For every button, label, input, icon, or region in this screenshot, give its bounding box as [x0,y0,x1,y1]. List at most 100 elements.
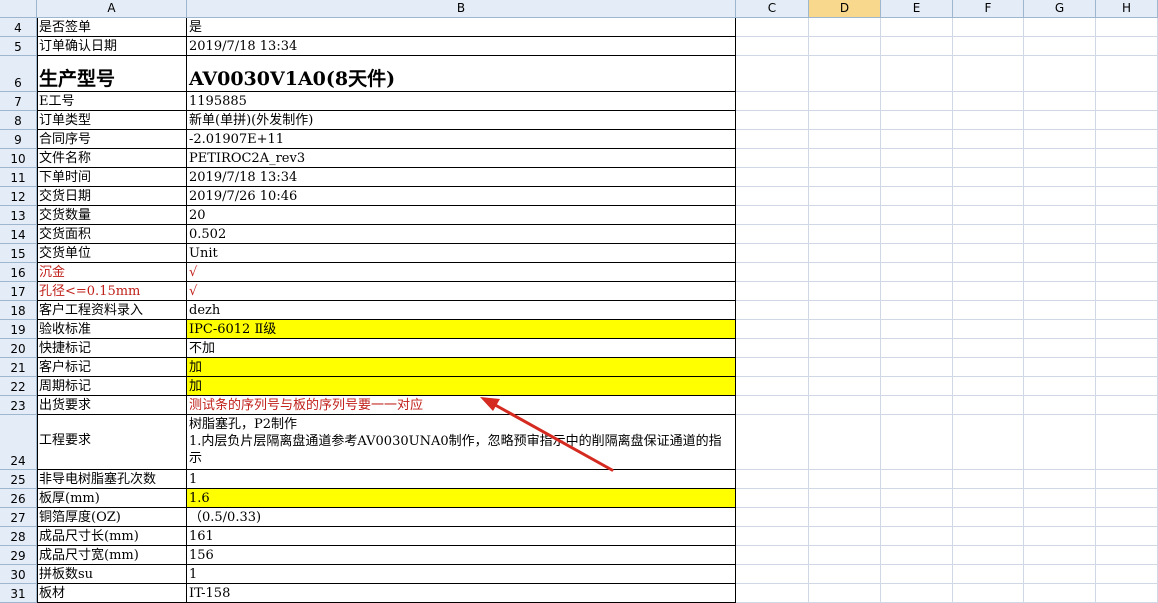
empty-cell-e[interactable] [881,168,953,187]
empty-cell-g[interactable] [1024,470,1096,489]
row-header-24[interactable]: 24 [0,415,37,470]
cell-label[interactable]: 非导电树脂塞孔次数 [37,470,187,489]
row-header-26[interactable]: 26 [0,489,37,508]
empty-cell-f[interactable] [953,244,1024,263]
empty-cell-d[interactable] [809,489,881,508]
cell-label[interactable]: 交货面积 [37,225,187,244]
cell-label[interactable]: 孔径<=0.15mm [37,282,187,301]
empty-cell-h[interactable] [1096,111,1158,130]
empty-cell-e[interactable] [881,584,953,603]
empty-cell-h[interactable] [1096,244,1158,263]
empty-cell-g[interactable] [1024,415,1096,470]
empty-cell-d[interactable] [809,527,881,546]
empty-cell-g[interactable] [1024,377,1096,396]
empty-cell-g[interactable] [1024,92,1096,111]
empty-cell-c[interactable] [736,489,809,508]
empty-cell-c[interactable] [736,244,809,263]
empty-cell-c[interactable] [736,225,809,244]
cell-label[interactable]: 订单类型 [37,111,187,130]
empty-cell-g[interactable] [1024,489,1096,508]
empty-cell-c[interactable] [736,565,809,584]
empty-cell-d[interactable] [809,508,881,527]
empty-cell-g[interactable] [1024,168,1096,187]
empty-cell-g[interactable] [1024,527,1096,546]
cell-label[interactable]: 铜箔厚度(OZ) [37,508,187,527]
empty-cell-c[interactable] [736,263,809,282]
cell-value[interactable]: IT-158 [187,584,736,603]
empty-cell-f[interactable] [953,18,1024,37]
cell-value[interactable]: √ [187,263,736,282]
row-header-18[interactable]: 18 [0,301,37,320]
empty-cell-h[interactable] [1096,206,1158,225]
empty-cell-e[interactable] [881,282,953,301]
cell-label[interactable]: 出货要求 [37,396,187,415]
cell-label[interactable]: 成品尺寸长(mm) [37,527,187,546]
empty-cell-h[interactable] [1096,584,1158,603]
empty-cell-h[interactable] [1096,565,1158,584]
cell-value[interactable]: 加 [187,377,736,396]
empty-cell-d[interactable] [809,301,881,320]
empty-cell-c[interactable] [736,584,809,603]
empty-cell-d[interactable] [809,377,881,396]
cell-label[interactable]: 交货日期 [37,187,187,206]
empty-cell-c[interactable] [736,415,809,470]
empty-cell-h[interactable] [1096,263,1158,282]
row-header-28[interactable]: 28 [0,527,37,546]
empty-cell-e[interactable] [881,187,953,206]
empty-cell-e[interactable] [881,320,953,339]
row-header-20[interactable]: 20 [0,339,37,358]
empty-cell-h[interactable] [1096,37,1158,56]
empty-cell-g[interactable] [1024,130,1096,149]
row-header-31[interactable]: 31 [0,584,37,603]
empty-cell-e[interactable] [881,111,953,130]
cell-value[interactable]: AV0030V1A0(8天件) [187,56,736,92]
cell-value[interactable]: 加 [187,358,736,377]
empty-cell-f[interactable] [953,565,1024,584]
cell-value[interactable]: 20 [187,206,736,225]
row-header-15[interactable]: 15 [0,244,37,263]
cell-value[interactable]: 新单(单拼)(外发制作) [187,111,736,130]
row-header-25[interactable]: 25 [0,470,37,489]
empty-cell-c[interactable] [736,508,809,527]
row-header-14[interactable]: 14 [0,225,37,244]
empty-cell-c[interactable] [736,546,809,565]
cell-label[interactable]: 拼板数su [37,565,187,584]
cell-value[interactable]: IPC-6012 Ⅱ级 [187,320,736,339]
empty-cell-d[interactable] [809,187,881,206]
empty-cell-g[interactable] [1024,225,1096,244]
empty-cell-c[interactable] [736,92,809,111]
cell-value[interactable]: Unit [187,244,736,263]
empty-cell-d[interactable] [809,584,881,603]
cell-label[interactable]: 合同序号 [37,130,187,149]
empty-cell-c[interactable] [736,187,809,206]
empty-cell-h[interactable] [1096,301,1158,320]
empty-cell-e[interactable] [881,508,953,527]
row-header-29[interactable]: 29 [0,546,37,565]
empty-cell-g[interactable] [1024,18,1096,37]
empty-cell-h[interactable] [1096,470,1158,489]
empty-cell-e[interactable] [881,149,953,168]
empty-cell-f[interactable] [953,149,1024,168]
empty-cell-f[interactable] [953,527,1024,546]
cell-value[interactable]: 1195885 [187,92,736,111]
empty-cell-f[interactable] [953,358,1024,377]
row-header-23[interactable]: 23 [0,396,37,415]
empty-cell-d[interactable] [809,263,881,282]
empty-cell-d[interactable] [809,320,881,339]
empty-cell-g[interactable] [1024,546,1096,565]
empty-cell-h[interactable] [1096,92,1158,111]
row-header-11[interactable]: 11 [0,168,37,187]
empty-cell-g[interactable] [1024,565,1096,584]
row-header-4[interactable]: 4 [0,18,37,37]
empty-cell-c[interactable] [736,168,809,187]
empty-cell-h[interactable] [1096,149,1158,168]
empty-cell-c[interactable] [736,339,809,358]
empty-cell-g[interactable] [1024,301,1096,320]
empty-cell-f[interactable] [953,584,1024,603]
cell-label[interactable]: 快捷标记 [37,339,187,358]
row-header-30[interactable]: 30 [0,565,37,584]
column-header-g[interactable]: G [1024,0,1096,18]
empty-cell-f[interactable] [953,130,1024,149]
cell-value[interactable]: 不加 [187,339,736,358]
empty-cell-h[interactable] [1096,168,1158,187]
